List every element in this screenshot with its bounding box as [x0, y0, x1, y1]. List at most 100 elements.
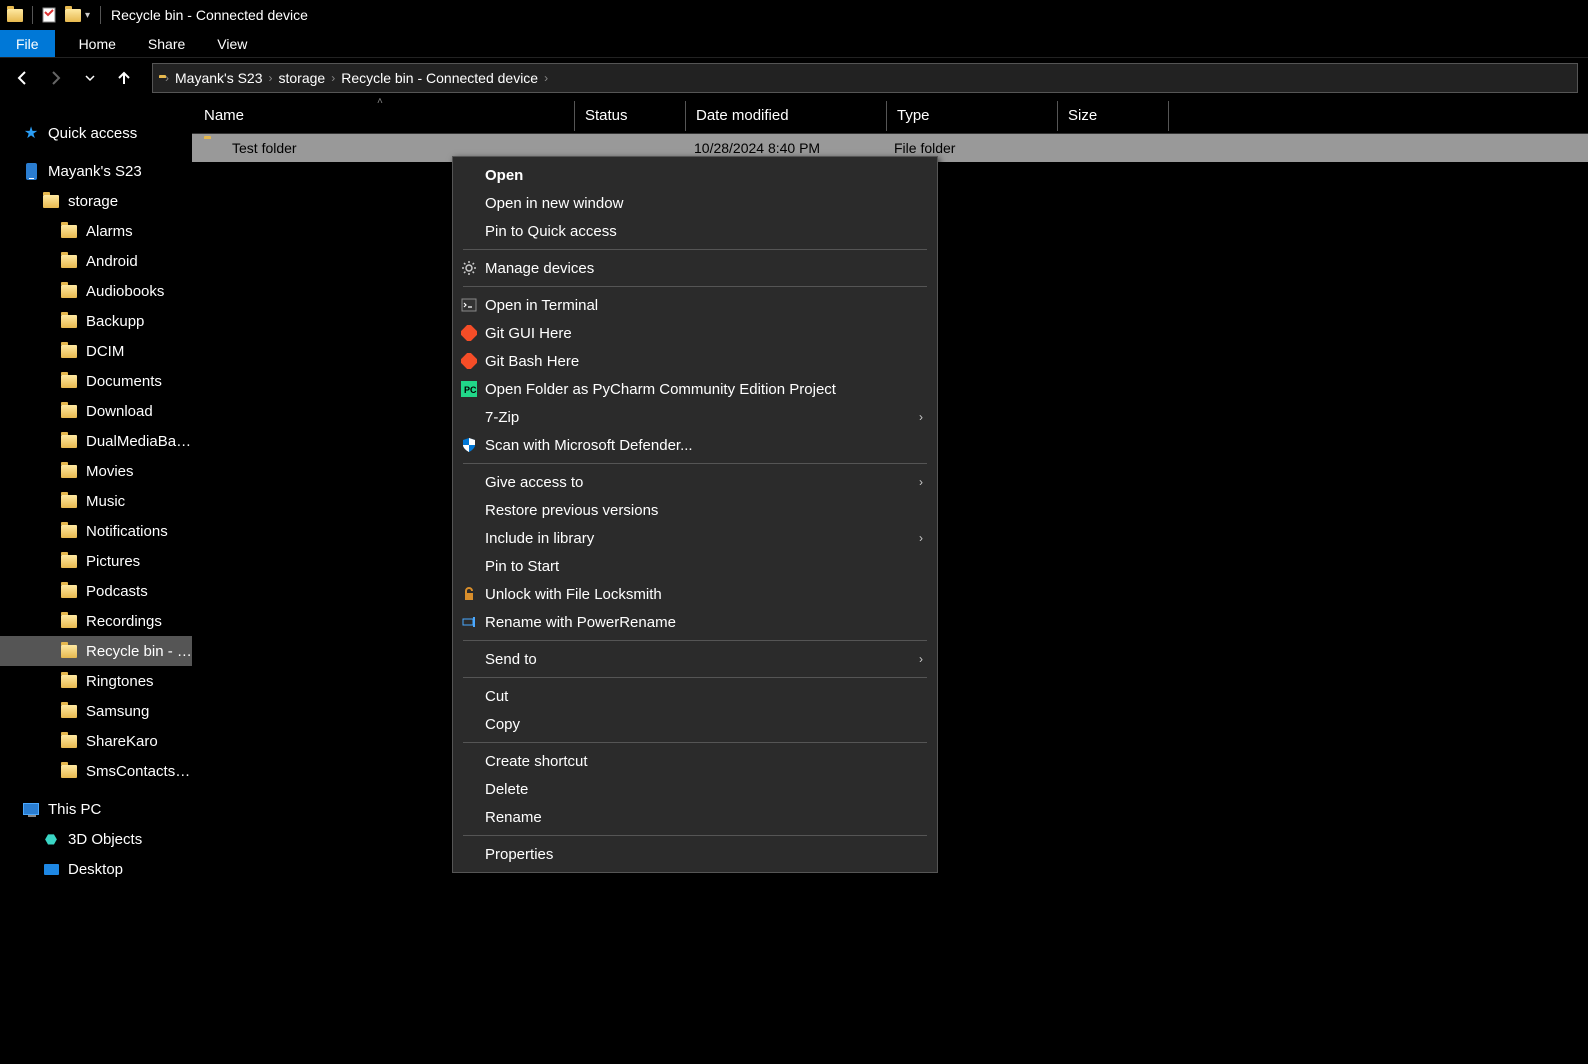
ctx-copy[interactable]: Copy [453, 710, 937, 738]
ctx-delete[interactable]: Delete [453, 775, 937, 803]
sidebar-desktop[interactable]: Desktop [0, 854, 192, 884]
ctx-label: Open in Terminal [485, 297, 598, 314]
ctx-locksmith[interactable]: Unlock with File Locksmith [453, 580, 937, 608]
folder-icon [60, 702, 78, 720]
sidebar-folder-8[interactable]: Movies [0, 456, 192, 486]
sidebar-folder-17[interactable]: ShareKaro [0, 726, 192, 756]
tab-view[interactable]: View [201, 30, 263, 57]
git-icon [459, 351, 479, 371]
ctx-manage-devices[interactable]: Manage devices [453, 254, 937, 282]
chevron-right-icon[interactable]: › [331, 71, 335, 85]
sidebar-item-label: Alarms [86, 223, 133, 240]
chevron-right-icon[interactable]: › [165, 71, 169, 85]
qat-dropdown-icon[interactable]: ▾ [85, 10, 90, 21]
ctx-label: Open Folder as PyCharm Community Edition… [485, 381, 836, 398]
new-folder-qat-icon[interactable] [64, 6, 82, 24]
chevron-right-icon: › [919, 531, 923, 545]
up-button[interactable] [112, 66, 136, 90]
sidebar-folder-10[interactable]: Notifications [0, 516, 192, 546]
ctx-cut[interactable]: Cut [453, 682, 937, 710]
sidebar-folder-12[interactable]: Podcasts [0, 576, 192, 606]
properties-qat-icon[interactable] [40, 6, 58, 24]
sidebar-folder-18[interactable]: SmsContactsBackup [0, 756, 192, 786]
sidebar-folder-7[interactable]: DualMediaBackup [0, 426, 192, 456]
sidebar-folder-3[interactable]: Backupp [0, 306, 192, 336]
ctx-properties[interactable]: Properties [453, 840, 937, 868]
ctx-label: Git Bash Here [485, 353, 579, 370]
breadcrumb-item-1[interactable]: storage [279, 70, 326, 86]
ctx-pin-quick[interactable]: Pin to Quick access [453, 217, 937, 245]
tab-share[interactable]: Share [132, 30, 201, 57]
col-status[interactable]: Status [575, 107, 685, 124]
ctx-label: Delete [485, 781, 528, 798]
sidebar-folder-16[interactable]: Samsung [0, 696, 192, 726]
folder-icon [60, 312, 78, 330]
chevron-right-icon[interactable]: › [544, 71, 548, 85]
ctx-label: Copy [485, 716, 520, 733]
folder-icon [60, 432, 78, 450]
ctx-pin-start[interactable]: Pin to Start [453, 552, 937, 580]
ctx-powerrename[interactable]: Rename with PowerRename [453, 608, 937, 636]
tab-file[interactable]: File [0, 30, 55, 57]
sidebar-folder-6[interactable]: Download [0, 396, 192, 426]
ctx-git-bash[interactable]: Git Bash Here [453, 347, 937, 375]
sidebar-folder-14[interactable]: Recycle bin - Connected device [0, 636, 192, 666]
sidebar-folder-15[interactable]: Ringtones [0, 666, 192, 696]
ctx-label: Properties [485, 846, 553, 863]
sidebar-item-label: Download [86, 403, 153, 420]
cell-name: Test folder [204, 139, 574, 157]
ctx-pycharm[interactable]: PCOpen Folder as PyCharm Community Editi… [453, 375, 937, 403]
ctx-restore-versions[interactable]: Restore previous versions [453, 496, 937, 524]
col-name[interactable]: Name [204, 107, 574, 124]
folder-icon [42, 192, 60, 210]
ctx-open-terminal[interactable]: Open in Terminal [453, 291, 937, 319]
sidebar-item-label: DualMediaBackup [86, 433, 192, 450]
ctx-rename[interactable]: Rename [453, 803, 937, 831]
sidebar-device[interactable]: Mayank's S23 [0, 156, 192, 186]
col-date[interactable]: Date modified [686, 107, 886, 124]
ctx-label: Rename [485, 809, 542, 826]
sidebar-folder-9[interactable]: Music [0, 486, 192, 516]
sidebar-folder-0[interactable]: Alarms [0, 216, 192, 246]
folder-icon [60, 522, 78, 540]
sidebar-3d-objects[interactable]: ⬣3D Objects [0, 824, 192, 854]
context-menu: Open Open in new window Pin to Quick acc… [452, 156, 938, 873]
breadcrumb-item-0[interactable]: Mayank's S23 [175, 70, 263, 86]
ctx-open-new-window[interactable]: Open in new window [453, 189, 937, 217]
forward-button[interactable] [44, 66, 68, 90]
tab-home[interactable]: Home [63, 30, 132, 57]
ctx-give-access[interactable]: Give access to› [453, 468, 937, 496]
sidebar-folder-1[interactable]: Android [0, 246, 192, 276]
ctx-open[interactable]: Open [453, 161, 937, 189]
sidebar-item-label: Quick access [48, 125, 137, 142]
sidebar-storage[interactable]: storage [0, 186, 192, 216]
ctx-include-library[interactable]: Include in library› [453, 524, 937, 552]
sidebar-folder-4[interactable]: DCIM [0, 336, 192, 366]
back-button[interactable] [10, 66, 34, 90]
ctx-git-gui[interactable]: Git GUI Here [453, 319, 937, 347]
col-size[interactable]: Size [1058, 107, 1168, 124]
ctx-send-to[interactable]: Send to› [453, 645, 937, 673]
ribbon-tabs: File Home Share View [0, 30, 1588, 58]
chevron-right-icon[interactable]: › [269, 71, 273, 85]
sidebar-quick-access[interactable]: ★Quick access [0, 118, 192, 148]
sidebar-folder-11[interactable]: Pictures [0, 546, 192, 576]
cell-type: File folder [884, 140, 1054, 156]
breadcrumb[interactable]: › Mayank's S23 › storage › Recycle bin -… [152, 63, 1578, 93]
sidebar-folder-5[interactable]: Documents [0, 366, 192, 396]
chevron-right-icon: › [919, 652, 923, 666]
column-divider[interactable] [1168, 101, 1169, 131]
sidebar-folder-13[interactable]: Recordings [0, 606, 192, 636]
recent-dropdown[interactable] [78, 66, 102, 90]
sidebar-this-pc[interactable]: This PC [0, 794, 192, 824]
ctx-create-shortcut[interactable]: Create shortcut [453, 747, 937, 775]
sidebar-folder-2[interactable]: Audiobooks [0, 276, 192, 306]
breadcrumb-item-2[interactable]: Recycle bin - Connected device [341, 70, 538, 86]
ctx-7zip[interactable]: 7-Zip› [453, 403, 937, 431]
sidebar-item-label: Pictures [86, 553, 140, 570]
folder-icon [60, 402, 78, 420]
ctx-defender[interactable]: Scan with Microsoft Defender... [453, 431, 937, 459]
ctx-label: Scan with Microsoft Defender... [485, 437, 693, 454]
folder-icon [60, 252, 78, 270]
col-type[interactable]: Type [887, 107, 1057, 124]
